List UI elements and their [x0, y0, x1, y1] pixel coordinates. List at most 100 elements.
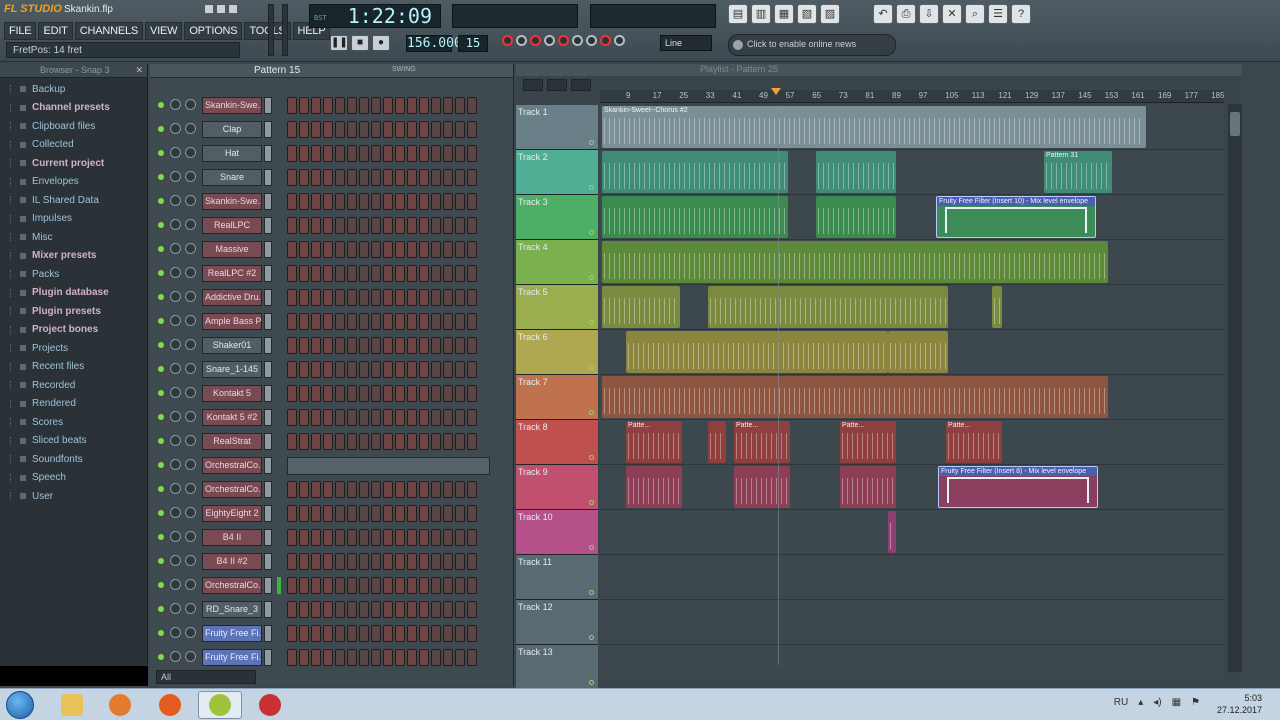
step-button[interactable] — [323, 169, 333, 186]
draw-tool-icon[interactable] — [523, 79, 543, 91]
channel-select-indicator[interactable] — [264, 145, 272, 162]
step-button[interactable] — [407, 529, 417, 546]
step-button[interactable] — [455, 361, 465, 378]
channel-pan-knob[interactable] — [170, 507, 181, 518]
step-button[interactable] — [419, 97, 429, 114]
step-button[interactable] — [383, 625, 393, 642]
step-button[interactable] — [407, 601, 417, 618]
paint-tool-icon[interactable] — [547, 79, 567, 91]
step-button[interactable] — [347, 97, 357, 114]
step-button[interactable] — [359, 265, 369, 282]
slice-tool-icon[interactable] — [571, 79, 591, 91]
multilink-icon[interactable] — [614, 35, 625, 46]
step-button[interactable] — [299, 601, 309, 618]
channel-pan-knob[interactable] — [170, 291, 181, 302]
step-button[interactable] — [311, 97, 321, 114]
channel-pan-knob[interactable] — [170, 243, 181, 254]
automation-clip[interactable]: Fruity Free Filter (Insert 8) - Mix leve… — [938, 466, 1098, 508]
step-button[interactable] — [311, 409, 321, 426]
step-button[interactable] — [443, 313, 453, 330]
channel-volume-knob[interactable] — [185, 531, 196, 542]
channel-select-indicator[interactable] — [264, 241, 272, 258]
channel-pan-knob[interactable] — [170, 435, 181, 446]
step-button[interactable] — [371, 217, 381, 234]
step-button[interactable] — [431, 265, 441, 282]
mixer-icon[interactable]: ▧ — [797, 4, 817, 24]
step-button[interactable] — [347, 145, 357, 162]
track-enable-led[interactable] — [589, 635, 594, 640]
step-button[interactable] — [299, 97, 309, 114]
step-button[interactable] — [371, 265, 381, 282]
channel-select-indicator[interactable] — [264, 481, 272, 498]
channel-mute-led[interactable] — [158, 390, 164, 396]
step-button[interactable] — [371, 433, 381, 450]
step-button[interactable] — [359, 577, 369, 594]
step-button[interactable] — [443, 577, 453, 594]
step-button[interactable] — [347, 361, 357, 378]
step-button[interactable] — [359, 169, 369, 186]
step-button[interactable] — [347, 649, 357, 666]
channel-select-indicator[interactable] — [264, 361, 272, 378]
step-button[interactable] — [299, 241, 309, 258]
volume-icon[interactable]: ◂) — [1153, 697, 1161, 708]
step-button[interactable] — [359, 505, 369, 522]
pattern-clip[interactable] — [816, 151, 896, 193]
step-button[interactable] — [467, 385, 477, 402]
step-button[interactable] — [383, 361, 393, 378]
step-button[interactable] — [383, 265, 393, 282]
playlist-scrollbar[interactable] — [1228, 104, 1242, 672]
step-button[interactable] — [347, 553, 357, 570]
step-button[interactable] — [443, 289, 453, 306]
browser-item[interactable]: Sliced beats — [0, 432, 147, 451]
step-button[interactable] — [395, 289, 405, 306]
step-button[interactable] — [467, 217, 477, 234]
channel-row[interactable]: Kontakt 5 — [150, 382, 514, 406]
channel-row[interactable]: Kontakt 5 #2 — [150, 406, 514, 430]
step-button[interactable] — [395, 313, 405, 330]
channel-select-indicator[interactable] — [264, 193, 272, 210]
channel-volume-knob[interactable] — [185, 651, 196, 662]
track-header[interactable]: Track 8 — [516, 420, 598, 465]
channel-row[interactable]: Addictive Dru... — [150, 286, 514, 310]
step-button[interactable] — [455, 145, 465, 162]
channel-volume-knob[interactable] — [185, 291, 196, 302]
channel-mute-led[interactable] — [158, 606, 164, 612]
channel-mute-led[interactable] — [158, 174, 164, 180]
channel-row[interactable]: RealLPC #2 — [150, 262, 514, 286]
step-button[interactable] — [335, 145, 345, 162]
channel-pan-knob[interactable] — [170, 531, 181, 542]
channel-select-indicator[interactable] — [264, 217, 272, 234]
step-button[interactable] — [335, 529, 345, 546]
channel-row[interactable]: Massive — [150, 238, 514, 262]
step-button[interactable] — [407, 337, 417, 354]
step-button[interactable] — [311, 169, 321, 186]
step-button[interactable] — [455, 97, 465, 114]
pattern-clip[interactable]: Patte... — [840, 421, 896, 463]
channel-volume-knob[interactable] — [185, 195, 196, 206]
step-button[interactable] — [383, 481, 393, 498]
channel-pan-knob[interactable] — [170, 579, 181, 590]
pattern-clip[interactable] — [602, 286, 680, 328]
step-button[interactable] — [299, 361, 309, 378]
channel-pan-knob[interactable] — [170, 459, 181, 470]
step-button[interactable] — [287, 601, 297, 618]
step-button[interactable] — [323, 385, 333, 402]
track-enable-led[interactable] — [589, 500, 594, 505]
step-button[interactable] — [335, 385, 345, 402]
step-button[interactable] — [383, 649, 393, 666]
step-button[interactable] — [395, 529, 405, 546]
step-button[interactable] — [455, 193, 465, 210]
channel-volume-knob[interactable] — [185, 99, 196, 110]
channel-pan-knob[interactable] — [170, 555, 181, 566]
step-button[interactable] — [299, 217, 309, 234]
channel-row[interactable]: OrchestralCo... — [150, 454, 514, 478]
step-button[interactable] — [335, 97, 345, 114]
step-button[interactable] — [359, 241, 369, 258]
browser-item[interactable]: Plugin presets — [0, 302, 147, 321]
step-button[interactable] — [431, 481, 441, 498]
step-button[interactable] — [359, 217, 369, 234]
channel-name-button[interactable]: Kontakt 5 — [202, 385, 262, 402]
step-button[interactable] — [323, 241, 333, 258]
step-button[interactable] — [323, 97, 333, 114]
step-button[interactable] — [371, 169, 381, 186]
